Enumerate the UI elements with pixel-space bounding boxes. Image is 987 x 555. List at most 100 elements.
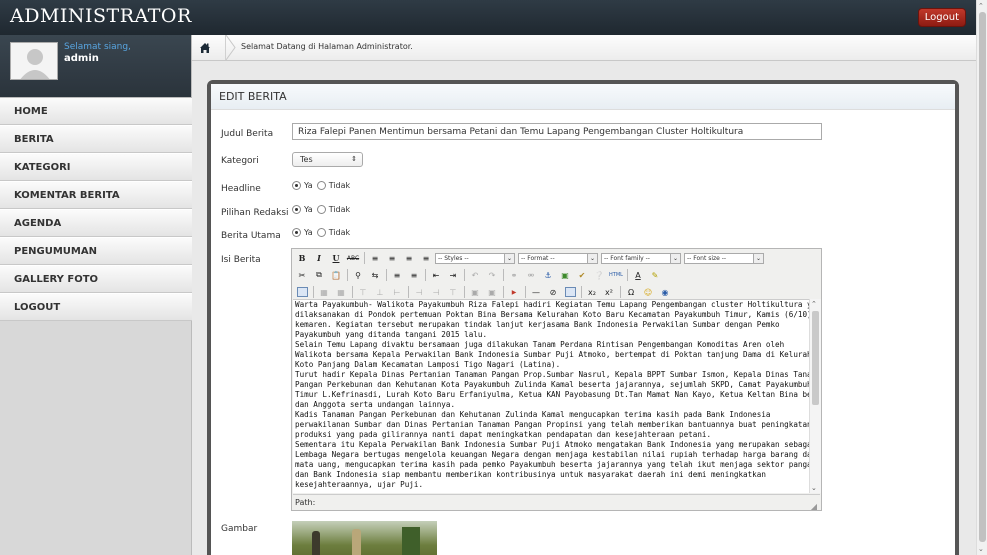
sidebar-item-agenda[interactable]: AGENDA xyxy=(0,209,192,237)
redo-icon[interactable]: ↷ xyxy=(484,268,500,282)
sidebar-item-pengumuman[interactable]: PENGUMUMAN xyxy=(0,237,192,265)
dropdown-arrow-icon: ⌄ xyxy=(504,253,514,263)
sidebar-item-komentar-berita[interactable]: KOMENTAR BERITA xyxy=(0,181,192,209)
styles-dropdown[interactable]: -- Styles -- ⌄ xyxy=(435,252,515,264)
page-scrollbar[interactable]: ⌃ ⌄ xyxy=(976,0,987,555)
sidebar-item-berita[interactable]: BERITA xyxy=(0,125,192,153)
media-icon[interactable]: ◉ xyxy=(657,285,673,299)
superscript-icon[interactable]: x² xyxy=(601,285,617,299)
gambar-label: Gambar xyxy=(221,524,258,534)
insert-row-after-icon[interactable]: ⊥ xyxy=(372,285,388,299)
sidebar-item-kategori[interactable]: KATEGORI xyxy=(0,153,192,181)
insert-col-after-icon[interactable]: ⊣ xyxy=(428,285,444,299)
merge-cells-icon[interactable]: ▣ xyxy=(467,285,483,299)
help-icon[interactable]: ❔ xyxy=(591,268,607,282)
font-size-dropdown-label: -- Font size -- xyxy=(687,254,727,262)
utama-tidak-radio[interactable] xyxy=(316,228,326,237)
insert-col-before-icon[interactable]: ⊣ xyxy=(411,285,427,299)
page-scroll-up-icon[interactable]: ⌃ xyxy=(978,2,984,10)
youtube-icon[interactable]: ▶ xyxy=(506,285,522,299)
font-size-dropdown[interactable]: -- Font size -- ⌄ xyxy=(684,252,764,264)
emoticon-icon[interactable]: ☺ xyxy=(640,285,656,299)
align-left-button[interactable]: ≡ xyxy=(367,251,383,265)
home-link[interactable] xyxy=(192,35,226,60)
logout-button[interactable]: Logout xyxy=(917,8,966,27)
table-props-icon[interactable]: ▦ xyxy=(333,285,349,299)
delete-row-icon[interactable]: ⊢ xyxy=(389,285,405,299)
editor-text-line: kemaren. Kegiatan tersebut merupakan tin… xyxy=(295,320,780,329)
insert-row-before-icon[interactable]: ⊤ xyxy=(355,285,371,299)
page-scroll-down-icon[interactable]: ⌄ xyxy=(978,545,984,553)
align-center-button[interactable]: ≡ xyxy=(384,251,400,265)
image-icon[interactable]: ▣ xyxy=(557,268,573,282)
editor-text-line: produksi yang pada gilirannya nanti dapa… xyxy=(295,430,712,439)
editor-text-line: mata uang, mengucapkan terima kasih pada… xyxy=(295,460,809,469)
unlink-icon[interactable]: ⚮ xyxy=(523,268,539,282)
resize-handle-icon[interactable]: ◢ xyxy=(811,499,817,514)
format-dropdown-label: -- Format -- xyxy=(521,254,555,262)
toolbar-divider xyxy=(464,269,465,281)
indent-icon[interactable]: ⇥ xyxy=(445,268,461,282)
link-icon[interactable]: ⚭ xyxy=(506,268,522,282)
toolbar-divider xyxy=(364,252,365,264)
paste-icon[interactable]: 📋 xyxy=(328,268,344,282)
text-color-icon[interactable]: A xyxy=(630,268,646,282)
remove-format-icon[interactable]: ⊘ xyxy=(545,285,561,299)
judul-input[interactable] xyxy=(292,123,822,140)
subscript-icon[interactable]: x₂ xyxy=(584,285,600,299)
editor-content[interactable]: Warta Payakumbuh- Walikota Payakumbuh Ri… xyxy=(293,299,809,493)
sidebar-item-gallery-foto[interactable]: GALLERY FOTO xyxy=(0,265,192,293)
italic-button[interactable]: I xyxy=(311,251,327,265)
special-char-icon[interactable]: Ω xyxy=(623,285,639,299)
bullet-list-icon[interactable]: ≡ xyxy=(389,268,405,282)
outdent-icon[interactable]: ⇤ xyxy=(428,268,444,282)
horizontal-rule-icon[interactable]: — xyxy=(528,285,544,299)
copy-icon[interactable]: ⧉ xyxy=(311,268,327,282)
split-cells-icon[interactable]: ▣ xyxy=(484,285,500,299)
pilihan-tidak-radio[interactable] xyxy=(316,205,326,214)
find-icon[interactable]: ⚲ xyxy=(350,268,366,282)
edit-css-icon[interactable] xyxy=(294,285,310,299)
cut-icon[interactable]: ✂ xyxy=(294,268,310,282)
utama-ya-radio[interactable] xyxy=(292,228,301,237)
undo-icon[interactable]: ↶ xyxy=(467,268,483,282)
numbered-list-icon[interactable]: ≡ xyxy=(406,268,422,282)
anchor-icon[interactable]: ⚓ xyxy=(540,268,556,282)
headline-ya-radio[interactable] xyxy=(292,181,301,190)
strikethrough-button[interactable]: ABC xyxy=(345,251,361,265)
underline-button[interactable]: U xyxy=(328,251,344,265)
editor-scrollbar[interactable]: ⌃ ⌄ xyxy=(809,299,821,493)
pilihan-ya-radio[interactable] xyxy=(292,205,301,214)
format-dropdown[interactable]: -- Format -- ⌄ xyxy=(518,252,598,264)
kategori-select[interactable]: Tes ⇕ xyxy=(292,152,363,167)
delete-col-icon[interactable]: ⊤ xyxy=(445,285,461,299)
scroll-up-icon[interactable]: ⌃ xyxy=(811,300,817,308)
align-justify-button[interactable]: ≡ xyxy=(418,251,434,265)
replace-icon[interactable]: ⇆ xyxy=(367,268,383,282)
align-right-button[interactable]: ≡ xyxy=(401,251,417,265)
editor-text-line: dan Anggota serta undangan lainnya. xyxy=(295,400,456,409)
sidebar-item-logout[interactable]: LOGOUT xyxy=(0,293,192,321)
font-family-dropdown-label: -- Font family -- xyxy=(604,254,650,262)
toolbar-divider xyxy=(352,286,353,298)
editor-text-line: Lembaga Negara bertugas mengelola keuang… xyxy=(295,450,809,459)
highlight-color-icon[interactable]: ✎ xyxy=(647,268,663,282)
bold-button[interactable]: B xyxy=(294,251,310,265)
editor-text-line: dan Bank Indonesia siap membantu memberi… xyxy=(295,470,766,479)
cleanup-icon[interactable]: ✔ xyxy=(574,268,590,282)
page-scroll-thumb[interactable] xyxy=(979,12,986,542)
headline-tidak-label: Tidak xyxy=(328,181,351,190)
berita-utama-options: Ya Tidak xyxy=(292,228,354,237)
styles-dropdown-label: -- Styles -- xyxy=(438,254,469,262)
visual-aid-icon[interactable] xyxy=(562,285,578,299)
editor-scroll-thumb[interactable] xyxy=(812,311,819,405)
html-source-icon[interactable]: HTML xyxy=(608,268,624,282)
editor-text-line: Koto Panjang Dalam Kecamatan Lamposi Tig… xyxy=(295,360,561,369)
table-icon[interactable]: ▦ xyxy=(316,285,332,299)
judul-label: Judul Berita xyxy=(221,129,274,139)
editor-text-line: dilaksanakan di Pondok pertemuan Poktan … xyxy=(295,310,809,319)
sidebar-item-home[interactable]: HOME xyxy=(0,97,192,125)
headline-tidak-radio[interactable] xyxy=(316,181,326,190)
scroll-down-icon[interactable]: ⌄ xyxy=(811,484,817,492)
font-family-dropdown[interactable]: -- Font family -- ⌄ xyxy=(601,252,681,264)
